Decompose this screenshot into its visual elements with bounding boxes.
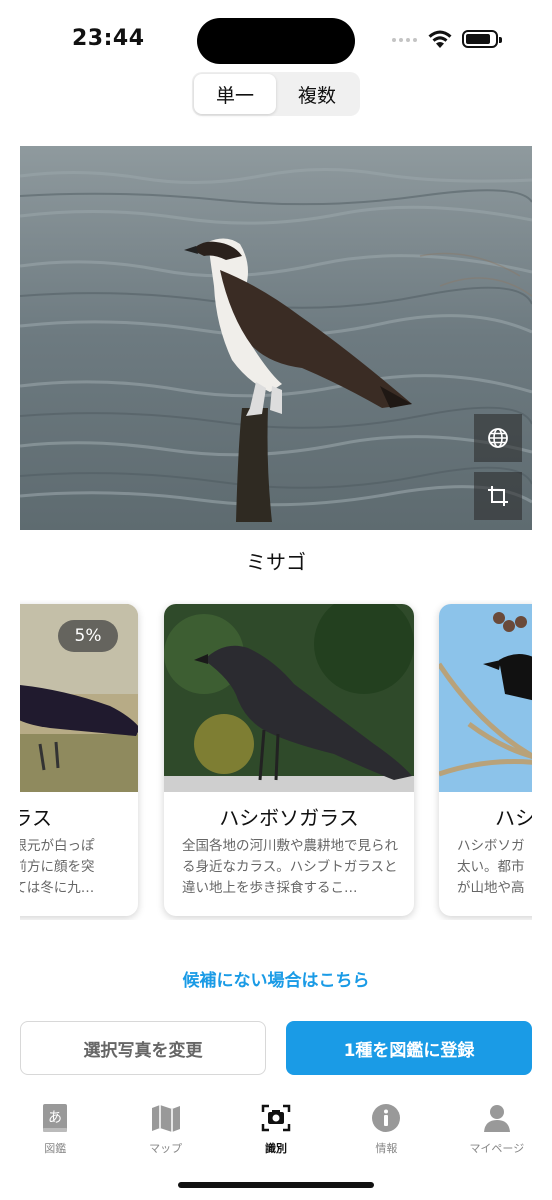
home-indicator <box>178 1182 374 1188</box>
tab-label: 情報 <box>375 1142 398 1155</box>
candidate-description: ハシボソガ 太い。都市 が山地や高 <box>457 838 525 896</box>
mode-segmented-control: 単一 複数 <box>192 72 360 116</box>
crop-icon <box>488 486 508 506</box>
candidate-card[interactable]: 5% ガラス の根元が白っぽ は前方に顔を突 つては冬に九… <box>20 604 138 916</box>
candidate-title: ガラス <box>20 806 52 830</box>
tab-label: 識別 <box>265 1142 288 1155</box>
candidate-card[interactable]: ハシ ハシボソガ 太い。都市 が山地や高 <box>439 604 532 916</box>
dynamic-island <box>197 18 355 64</box>
candidate-photo <box>164 604 414 792</box>
tab-encyclopedia[interactable]: あ 図鑑 <box>0 1098 110 1168</box>
segment-single[interactable]: 単一 <box>194 74 276 114</box>
candidate-photo <box>439 604 532 792</box>
svg-text:あ: あ <box>48 1110 62 1126</box>
battery-icon <box>462 30 502 48</box>
not-in-candidates-link[interactable]: 候補にない場合はこちら <box>0 966 552 991</box>
status-time: 23:44 <box>72 26 145 51</box>
tab-label: 図鑑 <box>44 1142 67 1155</box>
change-photo-button[interactable]: 選択写真を変更 <box>20 1021 266 1075</box>
species-name: ミサゴ <box>246 550 306 574</box>
confidence-badge: 5% <box>58 620 118 652</box>
register-button[interactable]: 1種を図鑑に登録 <box>286 1021 532 1075</box>
book-icon: あ <box>43 1104 68 1132</box>
info-icon <box>372 1104 401 1132</box>
candidate-title: ハシボソガラス <box>219 806 359 830</box>
wifi-icon <box>428 30 452 48</box>
person-icon <box>483 1105 510 1132</box>
tab-info[interactable]: 情報 <box>331 1098 441 1168</box>
tab-bar: あ 図鑑 マップ 識別 情報 マイページ <box>0 1098 552 1168</box>
status-bar: 23:44 <box>0 0 552 80</box>
candidate-card[interactable]: ハシボソガラス 全国各地の河川敷や農耕地で見られる身近なカラス。ハシブトガラスと… <box>164 604 414 916</box>
web-search-button[interactable] <box>474 414 522 462</box>
map-icon <box>151 1105 180 1132</box>
signal-icon <box>392 38 417 42</box>
candidate-description: の根元が白っぽ は前方に顔を突 つては冬に九… <box>20 838 95 896</box>
candidate-carousel[interactable]: 5% ガラス の根元が白っぽ は前方に顔を突 つては冬に九… ハシボソガラス 全… <box>20 600 532 920</box>
osprey-photo <box>20 146 532 530</box>
tab-identify[interactable]: 識別 <box>221 1098 331 1168</box>
selected-photo[interactable] <box>20 146 532 530</box>
globe-icon <box>488 428 508 448</box>
crop-button[interactable] <box>474 472 522 520</box>
camera-scan-icon <box>261 1104 291 1132</box>
tab-label: マイページ <box>469 1142 525 1155</box>
tab-map[interactable]: マップ <box>110 1098 220 1168</box>
candidate-title: ハシ <box>495 806 532 830</box>
tab-mypage[interactable]: マイページ <box>442 1098 552 1168</box>
candidate-description: 全国各地の河川敷や農耕地で見られる身近なカラス。ハシブトガラスと違い地上を歩き採… <box>182 838 398 896</box>
tab-label: マップ <box>149 1142 183 1155</box>
segment-multiple[interactable]: 複数 <box>276 74 358 114</box>
